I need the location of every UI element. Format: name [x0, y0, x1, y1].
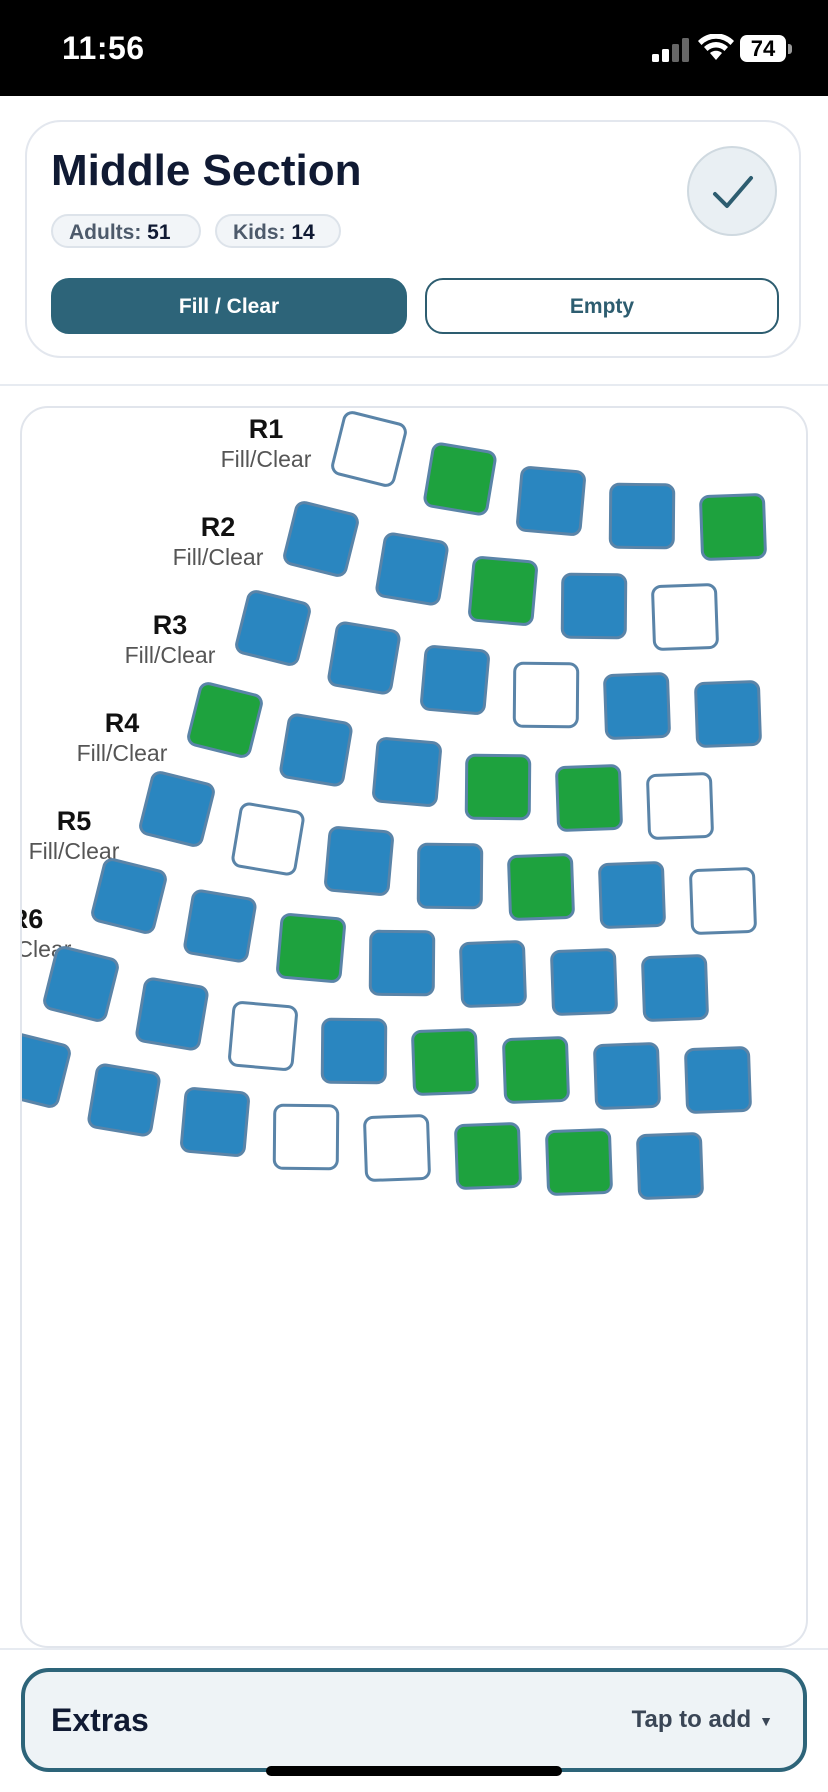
row-name: R1: [248, 414, 284, 444]
section-card: Middle Section Adults: 51 Kids: 14 Fill …: [25, 120, 801, 358]
status-time: 11:56: [62, 30, 145, 66]
row-fill-clear-action: Fill/Clear: [76, 740, 168, 766]
seat[interactable]: [40, 943, 122, 1025]
seat[interactable]: [650, 583, 720, 652]
seat[interactable]: [323, 824, 395, 897]
empty-button[interactable]: Empty: [425, 278, 779, 334]
wifi-icon: [698, 34, 734, 60]
seat[interactable]: [230, 801, 306, 877]
kids-count: 14: [291, 221, 315, 244]
seat[interactable]: [416, 842, 484, 910]
seat[interactable]: [554, 764, 624, 833]
seat[interactable]: [506, 853, 576, 922]
row-name: R5: [56, 806, 92, 836]
seat[interactable]: [272, 1103, 340, 1171]
home-indicator: [266, 1766, 562, 1776]
confirm-button[interactable]: [687, 146, 777, 236]
seat[interactable]: [453, 1122, 523, 1191]
row-fill-clear-action: Fill/Clear: [124, 642, 216, 668]
row-name: R2: [200, 512, 236, 542]
extras-bar[interactable]: Extras Tap to add ▼: [21, 1668, 807, 1772]
battery-nub: [788, 44, 792, 54]
extras-add-action[interactable]: Tap to add ▼: [632, 1706, 773, 1734]
seat[interactable]: [464, 753, 532, 821]
seat[interactable]: [410, 1028, 480, 1097]
seat[interactable]: [693, 680, 763, 749]
seat[interactable]: [368, 929, 436, 997]
seat[interactable]: [640, 954, 710, 1023]
caret-down-icon: ▼: [759, 1712, 773, 1729]
seat[interactable]: [374, 531, 450, 607]
kids-count-badge: Kids: 14: [215, 214, 341, 248]
seat[interactable]: [136, 768, 218, 850]
row-name: R6: [22, 904, 44, 934]
seat[interactable]: [182, 888, 258, 964]
cellular-signal-icon: [652, 38, 689, 62]
battery-icon: 74: [740, 35, 786, 62]
row-fill-clear-action: Fill/Clear: [172, 544, 264, 570]
seat[interactable]: [22, 1029, 74, 1111]
seat[interactable]: [501, 1036, 571, 1105]
extras-label: Extras: [51, 1702, 149, 1738]
row-name: R3: [152, 610, 188, 640]
seat[interactable]: [597, 861, 667, 930]
seat[interactable]: [549, 948, 619, 1017]
seat[interactable]: [515, 464, 587, 537]
checkmark-icon: [713, 176, 753, 208]
seat[interactable]: [602, 672, 672, 741]
seat[interactable]: [86, 1062, 162, 1138]
seat[interactable]: [88, 855, 170, 937]
seat[interactable]: [278, 712, 354, 788]
seat[interactable]: [592, 1042, 662, 1111]
status-bar: 11:56 74: [0, 0, 828, 96]
row-label[interactable]: R3 Fill/Clear: [110, 610, 230, 670]
seat[interactable]: [275, 911, 347, 984]
seat[interactable]: [467, 554, 539, 627]
adults-count: 51: [147, 221, 171, 244]
seat[interactable]: [645, 772, 715, 841]
seat[interactable]: [683, 1046, 753, 1115]
seat[interactable]: [232, 587, 314, 669]
row-name: R4: [104, 708, 140, 738]
seat[interactable]: [688, 867, 758, 936]
seat[interactable]: [326, 620, 402, 696]
seat[interactable]: [184, 679, 266, 761]
divider: [0, 384, 828, 386]
row-name: R7: [22, 1002, 38, 1032]
seat[interactable]: [560, 572, 628, 640]
section-title: Middle Section: [51, 146, 362, 195]
adults-label: Adults:: [69, 221, 142, 244]
seat[interactable]: [698, 493, 768, 562]
seat[interactable]: [280, 498, 362, 580]
seat[interactable]: [371, 735, 443, 808]
adults-count-badge: Adults: 51: [51, 214, 201, 248]
extras-action-label: Tap to add: [631, 1706, 752, 1733]
seat-map[interactable]: R1 Fill/Clear R2 Fill/Clear R3 Fill/Clear R4 Fi…: [20, 406, 808, 1648]
seat[interactable]: [362, 1114, 432, 1183]
fill-clear-button[interactable]: Fill / Clear: [51, 278, 407, 334]
row-label[interactable]: R1 Fill/Clear: [206, 414, 326, 474]
seat[interactable]: [458, 940, 528, 1009]
seat[interactable]: [419, 643, 491, 716]
kids-label: Kids:: [233, 221, 286, 244]
seat[interactable]: [512, 661, 580, 729]
seat[interactable]: [179, 1085, 251, 1158]
seat[interactable]: [608, 482, 676, 550]
seat[interactable]: [134, 976, 210, 1052]
seat[interactable]: [227, 999, 299, 1072]
seat[interactable]: [422, 441, 498, 517]
seat[interactable]: [635, 1132, 705, 1201]
divider: [0, 1648, 828, 1650]
battery-level: 74: [750, 36, 776, 61]
row-label[interactable]: R4 Fill/Clear: [62, 708, 182, 768]
seat[interactable]: [320, 1017, 388, 1085]
row-fill-clear-action: Fill/Clear: [220, 446, 312, 472]
seat[interactable]: [328, 408, 410, 490]
seat[interactable]: [544, 1128, 614, 1197]
row-label[interactable]: R5 Fill/Clear: [22, 806, 134, 866]
row-label[interactable]: R2 Fill/Clear: [158, 512, 278, 572]
